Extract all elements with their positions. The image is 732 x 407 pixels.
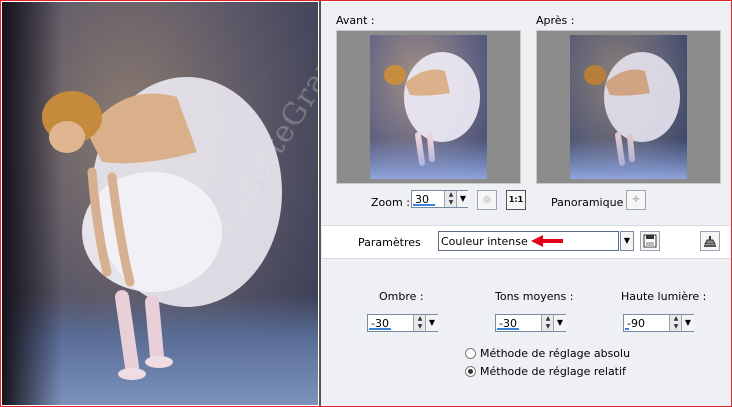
highlights-dropdown-arrow-icon[interactable]: ▼ xyxy=(681,315,694,331)
highlights-input[interactable]: -90 ▲ ▼ ▼ xyxy=(623,314,694,332)
method-absolute-label[interactable]: Méthode de réglage absolu xyxy=(480,347,630,360)
midtones-level-bar xyxy=(497,328,519,330)
preset-dropdown-arrow-icon[interactable]: ▼ xyxy=(620,231,634,251)
highlights-value: -90 xyxy=(627,317,645,330)
shadows-level-bar xyxy=(369,328,391,330)
midtones-input[interactable]: -30 ▲ ▼ ▼ xyxy=(495,314,566,332)
red-arrow-icon xyxy=(531,235,563,247)
midtones-label: Tons moyens : xyxy=(495,290,574,303)
method-relative-label[interactable]: Méthode de réglage relatif xyxy=(480,365,626,378)
ballerina-illustration xyxy=(42,77,282,380)
zoom-dropdown-arrow-icon[interactable]: ▼ xyxy=(456,191,469,207)
before-preview[interactable] xyxy=(336,30,521,184)
parameters-label: Paramètres xyxy=(358,236,421,249)
before-label: Avant : xyxy=(336,14,375,27)
pan-label: Panoramique : xyxy=(551,196,631,209)
highlights-level-bar xyxy=(625,328,629,330)
source-photo: VioletteGraphic xyxy=(2,2,318,405)
pan-move-icon[interactable]: ✛ xyxy=(626,190,646,210)
shadows-dropdown-arrow-icon[interactable]: ▼ xyxy=(425,315,438,331)
settings-panel: Avant : Après : Zoom: 30 ▲ ▼ ▼ ◎ 1:1 Pa… xyxy=(321,2,731,406)
preset-select[interactable]: Couleur intense xyxy=(438,231,619,251)
after-label: Après : xyxy=(536,14,575,27)
method-relative-radio[interactable] xyxy=(465,366,476,377)
reset-stamp-icon[interactable] xyxy=(700,231,720,251)
zoom-level-bar xyxy=(413,204,435,206)
actual-size-button[interactable]: 1:1 xyxy=(506,190,526,210)
parameters-row: Paramètres Couleur intense ▼ xyxy=(322,225,730,259)
midtones-dropdown-arrow-icon[interactable]: ▼ xyxy=(553,315,566,331)
fit-window-icon[interactable]: ◎ xyxy=(477,190,497,210)
shadows-label: Ombre : xyxy=(379,290,424,303)
preset-value: Couleur intense xyxy=(441,235,528,248)
dialog-frame: VioletteGraphic Avant : Après : xyxy=(0,0,732,407)
save-disk-icon[interactable] xyxy=(640,231,660,251)
shadows-input[interactable]: -30 ▲ ▼ ▼ xyxy=(367,314,438,332)
zoom-input[interactable]: 30 ▲ ▼ ▼ xyxy=(411,190,469,208)
after-preview[interactable] xyxy=(536,30,721,184)
method-absolute-radio[interactable] xyxy=(465,348,476,359)
zoom-label: Zoom : xyxy=(371,196,410,209)
highlights-label: Haute lumière : xyxy=(621,290,707,303)
